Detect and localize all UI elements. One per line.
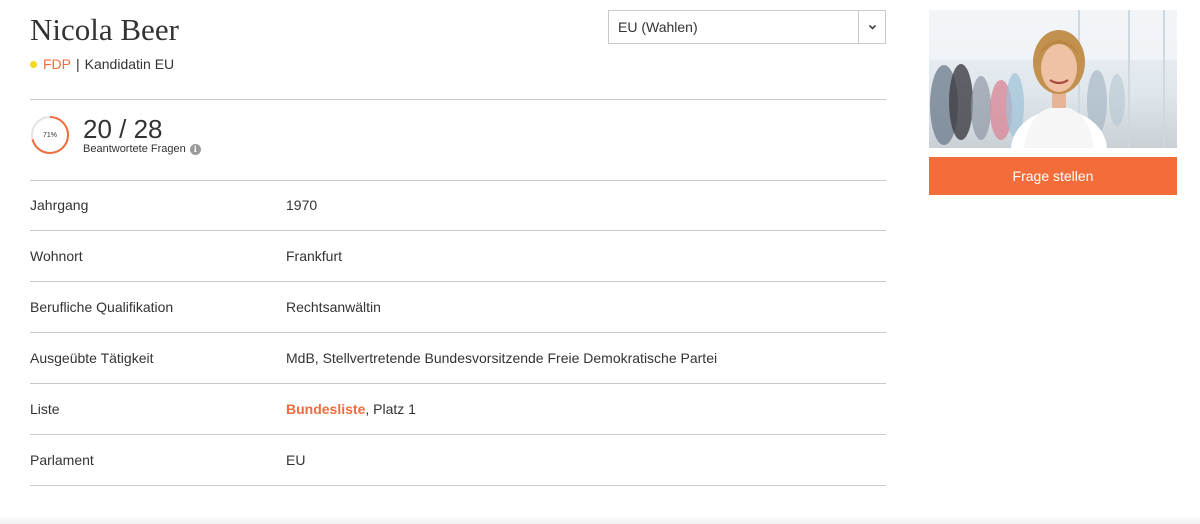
info-icon[interactable]: i (189, 143, 201, 155)
progress-ring: 71% (30, 115, 70, 155)
detail-row-parlament: Parlament EU (30, 435, 886, 486)
parliament-select[interactable]: EU (Wahlen) (608, 10, 886, 44)
answered-label: Beantwortete Fragen (83, 143, 186, 155)
page-bottom-edge (0, 515, 1200, 524)
bundesliste-link[interactable]: Bundesliste (286, 401, 365, 417)
detail-label: Jahrgang (30, 197, 89, 213)
candidate-role: Kandidatin EU (84, 56, 175, 72)
detail-label: Ausgeübte Tätigkeit (30, 350, 154, 366)
meta-separator: | (76, 56, 80, 72)
party-color-dot (30, 60, 37, 68)
answered-label-wrap: Beantwortete Fragen i (83, 143, 201, 155)
ask-question-button[interactable]: Frage stellen (929, 157, 1177, 195)
detail-value: Rechtsanwältin (286, 299, 381, 315)
detail-value: Bundesliste, Platz 1 (286, 401, 416, 417)
chevron-down-icon[interactable] (858, 11, 885, 43)
answered-questions-progress: 71% 20 / 28 Beantwortete Fragen i (30, 115, 201, 155)
divider (30, 99, 886, 100)
detail-label: Wohnort (30, 248, 83, 264)
candidate-name: Nicola Beer (30, 12, 179, 47)
detail-row-wohnort: Wohnort Frankfurt (30, 231, 886, 282)
detail-row-liste: Liste Bundesliste, Platz 1 (30, 384, 886, 435)
detail-value: EU (286, 452, 306, 468)
detail-value: Frankfurt (286, 248, 343, 264)
detail-row-jahrgang: Jahrgang 1970 (30, 180, 886, 231)
detail-label: Liste (30, 401, 60, 417)
detail-row-taetigkeit: Ausgeübte Tätigkeit MdB, Stellvertretend… (30, 333, 886, 384)
candidate-sidebar: Frage stellen (929, 10, 1177, 195)
detail-row-qualifikation: Berufliche Qualifikation Rechtsanwältin (30, 282, 886, 333)
candidate-photo (929, 10, 1177, 148)
answered-count: 20 / 28 (83, 114, 163, 144)
candidate-meta: FDP | Kandidatin EU (30, 56, 174, 72)
detail-value: MdB, Stellvertretende Bundesvorsitzende … (286, 350, 718, 366)
party-name: FDP (43, 56, 71, 72)
detail-label: Berufliche Qualifikation (30, 299, 174, 315)
detail-label: Parlament (30, 452, 94, 468)
parliament-select-value: EU (Wahlen) (618, 19, 698, 35)
progress-percent: 71% (42, 131, 57, 139)
detail-value: 1970 (286, 197, 318, 213)
list-position: , Platz 1 (365, 401, 416, 417)
